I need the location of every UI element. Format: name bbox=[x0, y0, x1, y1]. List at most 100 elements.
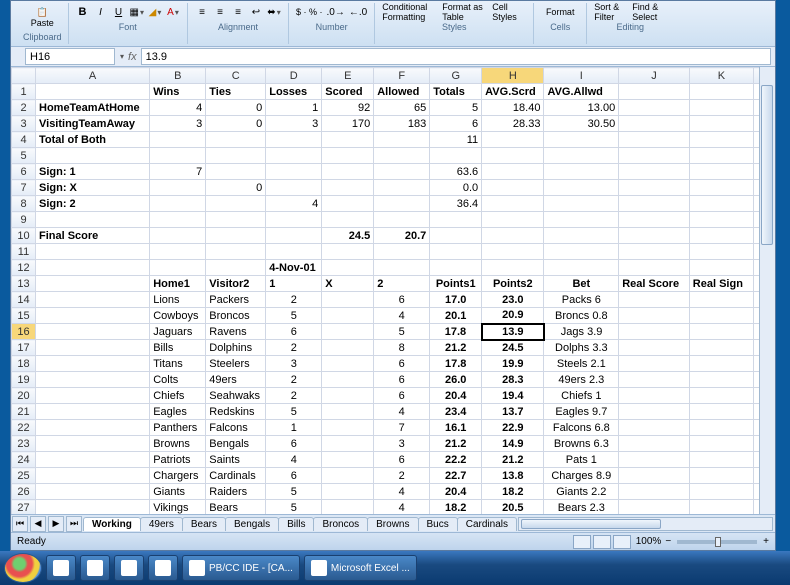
cell-H4[interactable] bbox=[482, 132, 544, 148]
cell-F4[interactable] bbox=[374, 132, 430, 148]
zoom-out-button[interactable]: − bbox=[665, 536, 671, 547]
cell-B12[interactable] bbox=[150, 260, 206, 276]
cell-E2[interactable]: 92 bbox=[322, 100, 374, 116]
cell-A16[interactable] bbox=[36, 324, 150, 340]
cell-A9[interactable] bbox=[36, 212, 150, 228]
fmt-table-button[interactable]: Format as Table bbox=[441, 4, 489, 20]
cell-B15[interactable]: Cowboys bbox=[150, 308, 206, 324]
cell-K22[interactable] bbox=[689, 420, 753, 436]
cell-A18[interactable] bbox=[36, 356, 150, 372]
quicklaunch-4[interactable] bbox=[148, 555, 178, 581]
fillcolor-button[interactable]: ◢▾ bbox=[147, 4, 163, 20]
row-header-7[interactable]: 7 bbox=[12, 180, 36, 196]
cell-E22[interactable] bbox=[322, 420, 374, 436]
hscroll-thumb[interactable] bbox=[521, 519, 661, 529]
cell-B2[interactable]: 4 bbox=[150, 100, 206, 116]
horizontal-scrollbar[interactable] bbox=[518, 517, 773, 531]
cell-K26[interactable] bbox=[689, 484, 753, 500]
cell-A4[interactable]: Total of Both bbox=[36, 132, 150, 148]
row-header-20[interactable]: 20 bbox=[12, 388, 36, 404]
cell-J18[interactable] bbox=[619, 356, 690, 372]
cell-K27[interactable] bbox=[689, 500, 753, 515]
start-button[interactable] bbox=[4, 553, 42, 583]
cell-H7[interactable] bbox=[482, 180, 544, 196]
cell-K8[interactable] bbox=[689, 196, 753, 212]
col-header-E[interactable]: E bbox=[322, 68, 374, 84]
col-header-D[interactable]: D bbox=[266, 68, 322, 84]
namebox-dropdown-icon[interactable]: ▾ bbox=[120, 52, 124, 61]
cell-F17[interactable]: 8 bbox=[374, 340, 430, 356]
cell-B7[interactable] bbox=[150, 180, 206, 196]
cell-C27[interactable]: Bears bbox=[206, 500, 266, 515]
cell-A5[interactable] bbox=[36, 148, 150, 164]
cell-E18[interactable] bbox=[322, 356, 374, 372]
cell-E9[interactable] bbox=[322, 212, 374, 228]
cell-B22[interactable]: Panthers bbox=[150, 420, 206, 436]
cell-J22[interactable] bbox=[619, 420, 690, 436]
underline-button[interactable]: U bbox=[111, 4, 127, 20]
cell-H15[interactable]: 20.9 bbox=[482, 308, 544, 324]
cell-A26[interactable] bbox=[36, 484, 150, 500]
cell-I19[interactable]: 49ers 2.3 bbox=[544, 372, 619, 388]
cell-D24[interactable]: 4 bbox=[266, 452, 322, 468]
row-header-23[interactable]: 23 bbox=[12, 436, 36, 452]
cell-I13[interactable]: Bet bbox=[544, 276, 619, 292]
cell-A11[interactable] bbox=[36, 244, 150, 260]
cell-J7[interactable] bbox=[619, 180, 690, 196]
cell-E16[interactable] bbox=[322, 324, 374, 340]
cell-B26[interactable]: Giants bbox=[150, 484, 206, 500]
cell-G16[interactable]: 17.8 bbox=[430, 324, 482, 340]
cell-A25[interactable] bbox=[36, 468, 150, 484]
cell-D5[interactable] bbox=[266, 148, 322, 164]
cell-F21[interactable]: 4 bbox=[374, 404, 430, 420]
cell-J3[interactable] bbox=[619, 116, 690, 132]
cell-D2[interactable]: 1 bbox=[266, 100, 322, 116]
cell-A23[interactable] bbox=[36, 436, 150, 452]
cell-G14[interactable]: 17.0 bbox=[430, 292, 482, 308]
cell-H23[interactable]: 14.9 bbox=[482, 436, 544, 452]
cell-I17[interactable]: Dolphs 3.3 bbox=[544, 340, 619, 356]
cell-C4[interactable] bbox=[206, 132, 266, 148]
row-header-3[interactable]: 3 bbox=[12, 116, 36, 132]
tab-nav-first[interactable]: ⏮ bbox=[12, 516, 28, 532]
cell-J13[interactable]: Real Score bbox=[619, 276, 690, 292]
cell-G2[interactable]: 5 bbox=[430, 100, 482, 116]
zoom-in-button[interactable]: + bbox=[763, 536, 769, 547]
row-header-17[interactable]: 17 bbox=[12, 340, 36, 356]
find-button[interactable]: Find & Select bbox=[631, 4, 667, 20]
cell-E1[interactable]: Scored bbox=[322, 84, 374, 100]
cell-B11[interactable] bbox=[150, 244, 206, 260]
cell-E5[interactable] bbox=[322, 148, 374, 164]
cell-G19[interactable]: 26.0 bbox=[430, 372, 482, 388]
cell-K16[interactable] bbox=[689, 324, 753, 340]
row-header-16[interactable]: 16 bbox=[12, 324, 36, 340]
cell-F9[interactable] bbox=[374, 212, 430, 228]
taskbar-app-2[interactable]: Microsoft Excel ... bbox=[304, 555, 417, 581]
cell-D20[interactable]: 2 bbox=[266, 388, 322, 404]
cell-K6[interactable] bbox=[689, 164, 753, 180]
cell-C20[interactable]: Seahwaks bbox=[206, 388, 266, 404]
cell-B13[interactable]: Home1 bbox=[150, 276, 206, 292]
cell-C25[interactable]: Cardinals bbox=[206, 468, 266, 484]
cell-F16[interactable]: 5 bbox=[374, 324, 430, 340]
bold-button[interactable]: B bbox=[75, 4, 91, 20]
cell-H19[interactable]: 28.3 bbox=[482, 372, 544, 388]
cell-C14[interactable]: Packers bbox=[206, 292, 266, 308]
cell-I25[interactable]: Charges 8.9 bbox=[544, 468, 619, 484]
row-header-24[interactable]: 24 bbox=[12, 452, 36, 468]
cell-E26[interactable] bbox=[322, 484, 374, 500]
cond-fmt-button[interactable]: Conditional Formatting bbox=[381, 4, 439, 20]
cell-K7[interactable] bbox=[689, 180, 753, 196]
cell-B21[interactable]: Eagles bbox=[150, 404, 206, 420]
cell-B4[interactable] bbox=[150, 132, 206, 148]
cell-C24[interactable]: Saints bbox=[206, 452, 266, 468]
cell-D12[interactable]: 4-Nov-01 bbox=[266, 260, 322, 276]
cell-E20[interactable] bbox=[322, 388, 374, 404]
cell-styles-button[interactable]: Cell Styles bbox=[491, 4, 527, 20]
cell-G3[interactable]: 6 bbox=[430, 116, 482, 132]
cell-I24[interactable]: Pats 1 bbox=[544, 452, 619, 468]
cell-D11[interactable] bbox=[266, 244, 322, 260]
cell-J19[interactable] bbox=[619, 372, 690, 388]
cell-F15[interactable]: 4 bbox=[374, 308, 430, 324]
cell-I10[interactable] bbox=[544, 228, 619, 244]
